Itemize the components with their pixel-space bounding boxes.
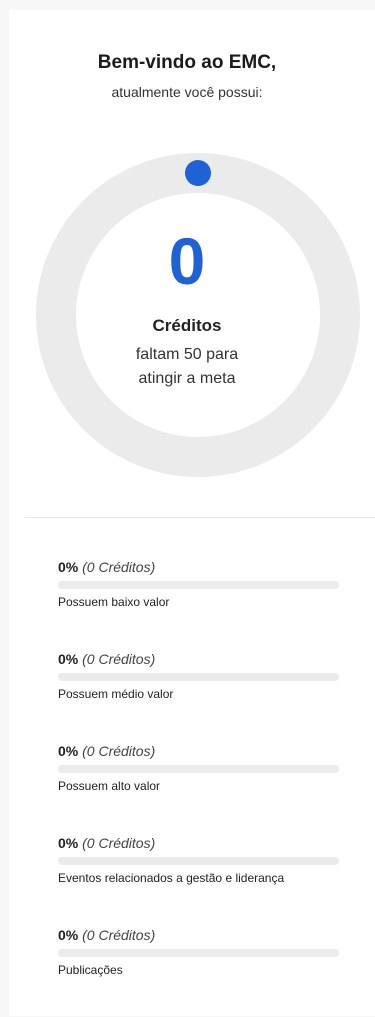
stat-credits: (0 Créditos) [82, 651, 156, 667]
stat-description: Possuem alto valor [58, 779, 161, 793]
stat-title: 0% (0 Créditos) [58, 833, 350, 853]
stat-title: 0% (0 Créditos) [58, 649, 350, 669]
remaining-to-goal: faltam 50 para atingir a meta [135, 346, 239, 387]
credits-card: Bem-vindo ao EMC, atualmente você possui… [9, 10, 375, 1016]
stat-credits: (0 Créditos) [82, 743, 156, 759]
stat-credits: (0 Créditos) [82, 835, 156, 851]
stat-item: 0% (0 Créditos) Possuem baixo valor [58, 557, 350, 649]
progress-ring-indicator [185, 160, 211, 186]
stat-description: Eventos relacionados a gestão e lideranç… [58, 871, 285, 885]
stat-progress-bar [58, 673, 339, 681]
stat-progress-bar [58, 857, 339, 865]
stat-description: Possuem médio valor [58, 687, 174, 701]
stat-percent: 0% [58, 835, 79, 851]
progress-ring-svg [36, 153, 360, 477]
stat-item: 0% (0 Créditos) Possuem alto valor [58, 741, 350, 833]
stat-percent: 0% [58, 651, 79, 667]
stat-title: 0% (0 Créditos) [58, 557, 350, 577]
welcome-title: Bem-vindo ao EMC, [97, 52, 277, 73]
stat-percent: 0% [58, 743, 79, 759]
stat-credits: (0 Créditos) [82, 559, 156, 575]
stat-progress-bar [58, 581, 339, 589]
stat-progress-bar [58, 765, 339, 773]
section-divider [25, 517, 375, 518]
stat-description: Publicações [58, 963, 123, 977]
stat-progress-bar [58, 949, 339, 957]
stat-percent: 0% [58, 559, 79, 575]
stat-title: 0% (0 Créditos) [58, 741, 350, 761]
credit-breakdown-list: 0% (0 Créditos) Possuem baixo valor 0% (… [58, 557, 350, 1017]
welcome-subtitle: atualmente você possui: [111, 84, 263, 100]
credits-count: 0 [168, 224, 206, 298]
stat-credits: (0 Créditos) [82, 927, 156, 943]
credits-label: Créditos [152, 316, 222, 335]
stat-item: 0% (0 Créditos) Eventos relacionados a g… [58, 833, 350, 925]
stat-item: 0% (0 Créditos) Publicações [58, 925, 350, 1017]
stat-item: 0% (0 Créditos) Possuem médio valor [58, 649, 350, 741]
stat-description: Possuem baixo valor [58, 595, 170, 609]
progress-ring-track [36, 153, 360, 477]
stat-title: 0% (0 Créditos) [58, 925, 350, 945]
credits-progress-ring [36, 153, 360, 477]
stat-percent: 0% [58, 927, 79, 943]
